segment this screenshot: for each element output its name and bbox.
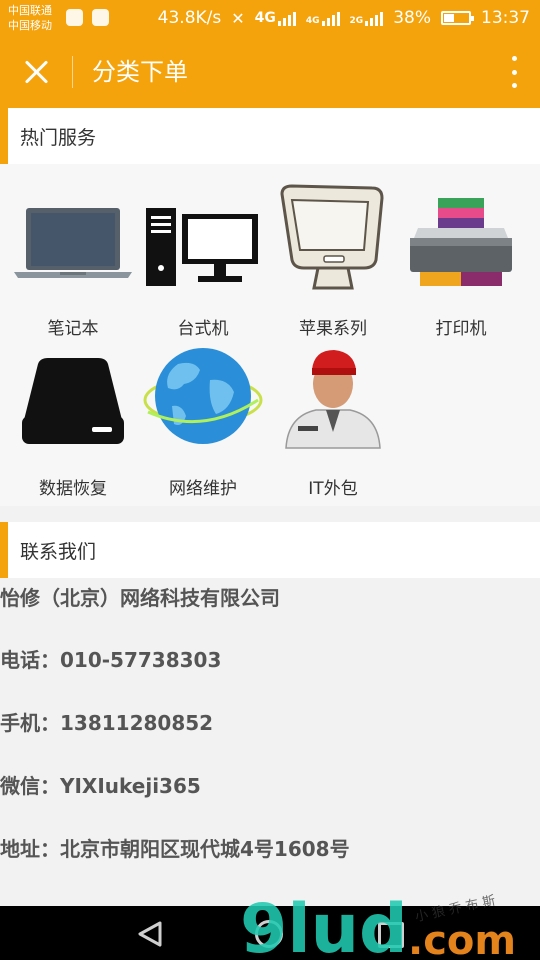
service-label: 打印机: [435, 319, 487, 339]
imac-icon: [280, 184, 384, 290]
page-title: 分类下单: [92, 58, 188, 86]
service-desktop[interactable]: 台式机: [138, 180, 268, 339]
printer-icon: [410, 198, 512, 286]
status-bar: 中国联通 中国移动 43.8K/s ✕ 4G 4G 2G 38% 13:37: [0, 0, 540, 36]
laptop-icon: [14, 208, 132, 278]
recent-apps-square-icon[interactable]: [378, 922, 404, 948]
network-speed: 43.8K/s: [157, 8, 222, 28]
technician-icon: [285, 350, 381, 449]
signal-icon-2: [321, 10, 340, 26]
service-it-outsourcing[interactable]: IT外包: [268, 340, 398, 499]
signal-icon-3: [365, 10, 384, 26]
more-vert-icon[interactable]: [510, 56, 518, 88]
back-triangle-icon[interactable]: [136, 920, 164, 948]
service-data-recovery[interactable]: 数据恢复: [8, 340, 138, 499]
signal-icon-1: [277, 10, 296, 26]
desktop-computer-icon: [146, 208, 258, 286]
service-laptop[interactable]: 笔记本: [8, 180, 138, 339]
mute-icon: ✕: [231, 8, 245, 28]
clock: 13:37: [481, 8, 530, 28]
service-apple[interactable]: 苹果系列: [268, 180, 398, 339]
service-label: 台式机: [177, 319, 229, 339]
image-notification-icon: [92, 9, 109, 26]
company-name: 怡修（北京）网络科技有限公司: [0, 586, 280, 610]
carrier-info: 中国联通 中国移动: [8, 3, 52, 33]
globe-network-icon: [143, 348, 263, 444]
service-printer[interactable]: 打印机: [396, 180, 526, 339]
contact-header: 联系我们: [0, 522, 540, 578]
app-bar: 分类下单: [0, 36, 540, 108]
battery-icon: [441, 11, 474, 25]
hard-drive-icon: [22, 358, 124, 444]
carrier-1: 中国联通: [8, 4, 52, 17]
service-label: 笔记本: [47, 319, 99, 339]
service-label: 网络维护: [169, 479, 237, 499]
net-4g-label: 4G: [254, 10, 276, 26]
system-nav-bar: [0, 906, 540, 960]
carrier-2: 中国移动: [8, 19, 52, 32]
mobile-number[interactable]: 手机：13811280852: [0, 707, 213, 736]
address: 地址：北京市朝阳区现代城4号1608号: [0, 837, 350, 861]
contact-title: 联系我们: [20, 541, 97, 563]
service-label: 数据恢复: [39, 479, 107, 499]
service-label: IT外包: [308, 479, 358, 499]
net-4g-small-label: 4G: [305, 16, 320, 26]
services-grid: 笔记本 台式机 苹果系列 打印机 数据恢复 网络维护 IT外包: [0, 164, 540, 506]
service-network[interactable]: 网络维护: [138, 340, 268, 499]
service-label: 苹果系列: [299, 319, 367, 339]
phone-number[interactable]: 电话：010-57738303: [0, 644, 221, 673]
hot-services-title: 热门服务: [20, 127, 97, 149]
net-2g-label: 2G: [349, 16, 364, 26]
hot-services-header: 热门服务: [0, 108, 540, 164]
wechat-id: 微信：YIXIukeji365: [0, 774, 201, 798]
home-circle-icon[interactable]: [255, 920, 283, 948]
close-icon[interactable]: [18, 54, 54, 90]
battery-percent: 38%: [393, 8, 431, 28]
app-bar-divider: [72, 56, 73, 88]
status-right: 43.8K/s ✕ 4G 4G 2G 38% 13:37: [158, 8, 530, 28]
location-notification-icon: [66, 9, 83, 26]
